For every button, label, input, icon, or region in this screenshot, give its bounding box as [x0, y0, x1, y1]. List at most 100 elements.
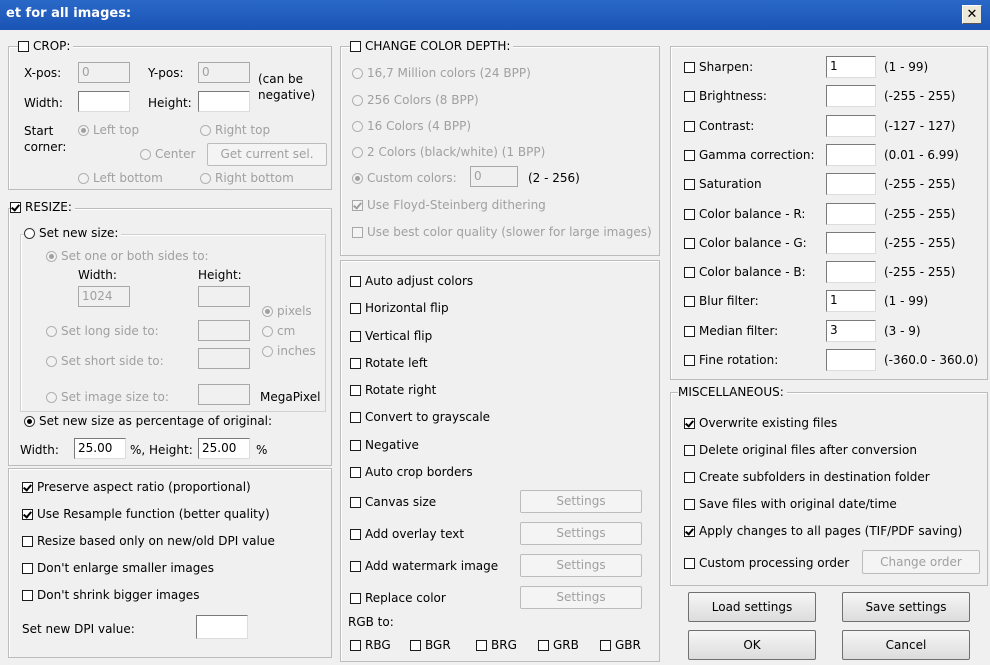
radio-set-percentage[interactable] [24, 416, 35, 427]
horizontal-flip-option[interactable]: Horizontal flip [350, 301, 449, 316]
adjustment-option[interactable]: Contrast: [684, 119, 754, 134]
radio-long-side[interactable] [46, 326, 57, 337]
adjustment-checkbox[interactable] [684, 62, 695, 73]
adjustment-checkbox[interactable] [684, 209, 695, 220]
preserve-aspect-checkbox[interactable] [22, 482, 33, 493]
adjustment-option[interactable]: Fine rotation: [684, 353, 778, 368]
color-4bpp-option[interactable]: 16 Colors (4 BPP) [352, 119, 471, 134]
resize-height-input[interactable] [198, 286, 250, 307]
watermark-checkbox[interactable] [350, 561, 361, 572]
replace-color-checkbox[interactable] [350, 593, 361, 604]
color-custom-option[interactable]: Custom colors: [352, 171, 457, 186]
rgb-grb-option[interactable]: GRB [538, 638, 579, 653]
save-date-option[interactable]: Save files with original date/time [684, 497, 897, 512]
apply-all-pages-option[interactable]: Apply changes to all pages (TIF/PDF savi… [684, 524, 962, 539]
resize-dpi-checkbox[interactable] [22, 536, 33, 547]
use-resample-option[interactable]: Use Resample function (better quality) [22, 507, 270, 522]
overlay-text-settings-button[interactable]: Settings [520, 522, 642, 545]
crop-right-top[interactable]: Right top [200, 123, 270, 138]
auto-adjust-checkbox[interactable] [350, 276, 361, 287]
crop-ypos-input[interactable]: 0 [198, 62, 250, 83]
color-1bpp-option[interactable]: 2 Colors (black/white) (1 BPP) [352, 145, 545, 160]
bgr-checkbox[interactable] [410, 640, 421, 651]
long-side-input[interactable] [198, 320, 250, 341]
adjustment-checkbox[interactable] [684, 296, 695, 307]
watermark-settings-button[interactable]: Settings [520, 554, 642, 577]
color-depth-checkbox[interactable] [350, 41, 361, 52]
resize-legend[interactable]: RESIZE: [10, 200, 75, 215]
adjustment-input[interactable]: 1 [826, 56, 876, 78]
crop-xpos-input[interactable]: 0 [78, 62, 130, 83]
grb-checkbox[interactable] [538, 640, 549, 651]
radio-image-size[interactable] [46, 392, 57, 403]
adjustment-option[interactable]: Sharpen: [684, 60, 753, 75]
overwrite-checkbox[interactable] [684, 418, 695, 429]
grayscale-option[interactable]: Convert to grayscale [350, 410, 490, 425]
save-date-checkbox[interactable] [684, 499, 695, 510]
adjustment-input[interactable] [826, 349, 876, 371]
radio-8bpp[interactable] [352, 95, 363, 106]
auto-adjust-option[interactable]: Auto adjust colors [350, 274, 473, 289]
best-quality-checkbox[interactable] [352, 227, 363, 238]
dont-shrink-option[interactable]: Don't shrink bigger images [22, 588, 199, 603]
close-icon[interactable]: ✕ [962, 5, 982, 24]
color-depth-legend[interactable]: CHANGE COLOR DEPTH: [350, 39, 514, 54]
adjustment-input[interactable] [826, 144, 876, 166]
radio-right-top[interactable] [200, 125, 211, 136]
brg-checkbox[interactable] [476, 640, 487, 651]
auto-crop-option[interactable]: Auto crop borders [350, 465, 473, 480]
vertical-flip-option[interactable]: Vertical flip [350, 329, 432, 344]
radio-right-bottom[interactable] [200, 173, 211, 184]
adjustment-input[interactable] [826, 115, 876, 137]
set-percentage-option[interactable]: Set new size as percentage of original: [24, 414, 276, 429]
radio-inches[interactable] [262, 346, 273, 357]
use-resample-checkbox[interactable] [22, 509, 33, 520]
radio-left-bottom[interactable] [78, 173, 89, 184]
crop-width-input[interactable] [78, 91, 130, 112]
rgb-rbg-option[interactable]: RBG [350, 638, 391, 653]
crop-legend[interactable]: CROP: [18, 39, 74, 54]
adjustment-checkbox[interactable] [684, 238, 695, 249]
crop-height-input[interactable] [198, 91, 250, 112]
adjustment-option[interactable]: Color balance - G: [684, 236, 807, 251]
rotate-right-checkbox[interactable] [350, 385, 361, 396]
adjustment-checkbox[interactable] [684, 121, 695, 132]
canvas-size-option[interactable]: Canvas size [350, 495, 436, 510]
canvas-size-settings-button[interactable]: Settings [520, 490, 642, 513]
unit-inches[interactable]: inches [262, 344, 316, 359]
crop-checkbox[interactable] [18, 41, 29, 52]
set-short-side-option[interactable]: Set short side to: [46, 354, 164, 369]
dpi-input[interactable] [196, 615, 248, 639]
crop-center[interactable]: Center [140, 147, 195, 162]
adjustment-input[interactable] [826, 261, 876, 283]
color-8bpp-option[interactable]: 256 Colors (8 BPP) [352, 93, 479, 108]
radio-24bpp[interactable] [352, 68, 363, 79]
delete-original-option[interactable]: Delete original files after conversion [684, 443, 917, 458]
change-order-button[interactable]: Change order [862, 550, 980, 574]
rotate-left-checkbox[interactable] [350, 358, 361, 369]
resize-checkbox[interactable] [10, 202, 21, 213]
radio-short-side[interactable] [46, 356, 57, 367]
resize-width-input[interactable]: 1024 [78, 286, 130, 307]
adjustment-input[interactable] [826, 232, 876, 254]
unit-pixels[interactable]: pixels [262, 304, 312, 319]
rgb-brg-option[interactable]: BRG [476, 638, 517, 653]
replace-color-option[interactable]: Replace color [350, 591, 446, 606]
gbr-checkbox[interactable] [600, 640, 611, 651]
preserve-aspect-option[interactable]: Preserve aspect ratio (proportional) [22, 480, 251, 495]
save-settings-button[interactable]: Save settings [842, 592, 970, 622]
dont-enlarge-option[interactable]: Don't enlarge smaller images [22, 561, 214, 576]
adjustment-input[interactable] [826, 85, 876, 107]
resize-dpi-option[interactable]: Resize based only on new/old DPI value [22, 534, 275, 549]
pct-width-input[interactable]: 25.00 [74, 438, 126, 459]
overlay-text-checkbox[interactable] [350, 529, 361, 540]
apply-all-pages-checkbox[interactable] [684, 526, 695, 537]
rgb-bgr-option[interactable]: BGR [410, 638, 451, 653]
replace-color-settings-button[interactable]: Settings [520, 586, 642, 609]
best-quality-option[interactable]: Use best color quality (slower for large… [352, 225, 652, 240]
delete-original-checkbox[interactable] [684, 445, 695, 456]
adjustment-checkbox[interactable] [684, 179, 695, 190]
set-new-size-option[interactable]: Set new size: [24, 226, 122, 241]
crop-left-top[interactable]: Left top [78, 123, 139, 138]
custom-colors-input[interactable]: 0 [470, 166, 518, 187]
